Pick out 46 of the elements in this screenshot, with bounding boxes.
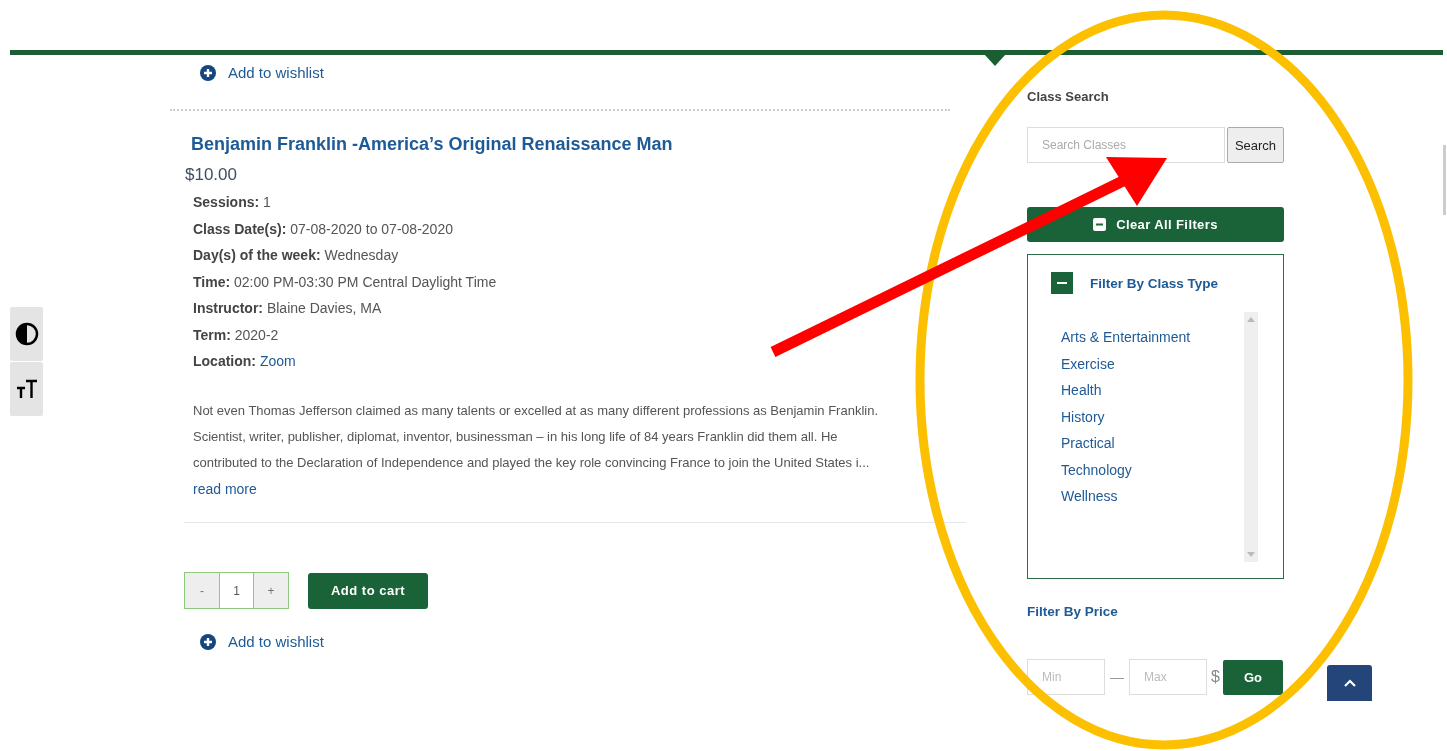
detail-line: Location: Zoom [193, 352, 297, 371]
category-link[interactable]: Arts & Entertainment [1061, 324, 1191, 351]
detail-line: Time: 02:00 PM-03:30 PM Central Daylight Time [193, 272, 497, 292]
decrease-button[interactable]: - [184, 572, 220, 610]
range-dash: — [1110, 669, 1124, 685]
category-link[interactable]: Practical [1061, 430, 1191, 457]
detail-line: Term: 2020-2 [193, 325, 280, 345]
category-link[interactable]: Technology [1061, 456, 1191, 483]
category-link[interactable]: Wellness [1061, 483, 1191, 510]
category-link[interactable]: Exercise [1061, 350, 1191, 377]
page-scrollbar[interactable] [1443, 145, 1446, 215]
filter-heading: Filter By Class Type [1090, 275, 1219, 291]
class-search-heading: Class Search [1027, 89, 1110, 104]
go-button[interactable]: Go [1222, 659, 1283, 695]
location-link[interactable]: Zoom [259, 353, 296, 369]
class-title-link[interactable]: Benjamin Franklin -America’s Original Renaissance Man [191, 134, 673, 155]
search-field[interactable]: Search Classes [1027, 127, 1225, 163]
add-to-cart-button[interactable]: Add to cart [308, 572, 428, 609]
contrast-icon[interactable] [10, 307, 43, 361]
quantity-field[interactable]: 1 [220, 572, 253, 610]
price-filter-heading: Filter By Price [1027, 604, 1119, 619]
category-link[interactable]: History [1061, 403, 1191, 430]
add-to-wishlist-link[interactable]: Add to wishlist [200, 64, 970, 81]
category-link[interactable]: Health [1061, 377, 1191, 404]
add-to-wishlist-link[interactable]: Add to wishlist [200, 633, 970, 651]
collapse-toggle[interactable] [1051, 272, 1073, 294]
min-price-field[interactable]: Min [1027, 659, 1105, 695]
back-to-top-button[interactable] [1327, 665, 1372, 701]
text-size-icon[interactable] [10, 362, 43, 416]
class-description: Not even Thomas Jefferson claimed as many talents or excelled at as many different professions as Benjamin Franklin. Scientist, writer, publisher, diplomat, inventor, businessman – in his long life of 84 years Franklin did them all. He contributed to the Declaration of Independence and played the key role convincing France to join the United States i... [193, 401, 879, 473]
plus-circle-icon [200, 64, 216, 81]
detail-line: Class Date(s): 07-08-2020 to 07-08-2020 [193, 219, 454, 239]
max-price-field[interactable]: Max [1129, 659, 1207, 695]
detail-line: Day(s) of the week: Wednesday [193, 246, 400, 265]
chevron-up-icon [1342, 677, 1357, 688]
search-button[interactable]: Search [1227, 127, 1284, 163]
detail-line: Sessions: 1 [193, 193, 272, 212]
minus-square-icon [1093, 218, 1107, 231]
currency-sign: $ [1211, 668, 1220, 686]
increase-button[interactable]: + [253, 572, 289, 610]
read-more-link[interactable]: read more [193, 476, 257, 503]
clear-filters-button[interactable]: Clear All Filters [1027, 207, 1284, 242]
plus-circle-icon [200, 633, 216, 650]
price: $10.00 [185, 165, 237, 185]
detail-line: Instructor: Blaine Davies, MA [193, 299, 383, 318]
notch-icon [984, 54, 1006, 66]
